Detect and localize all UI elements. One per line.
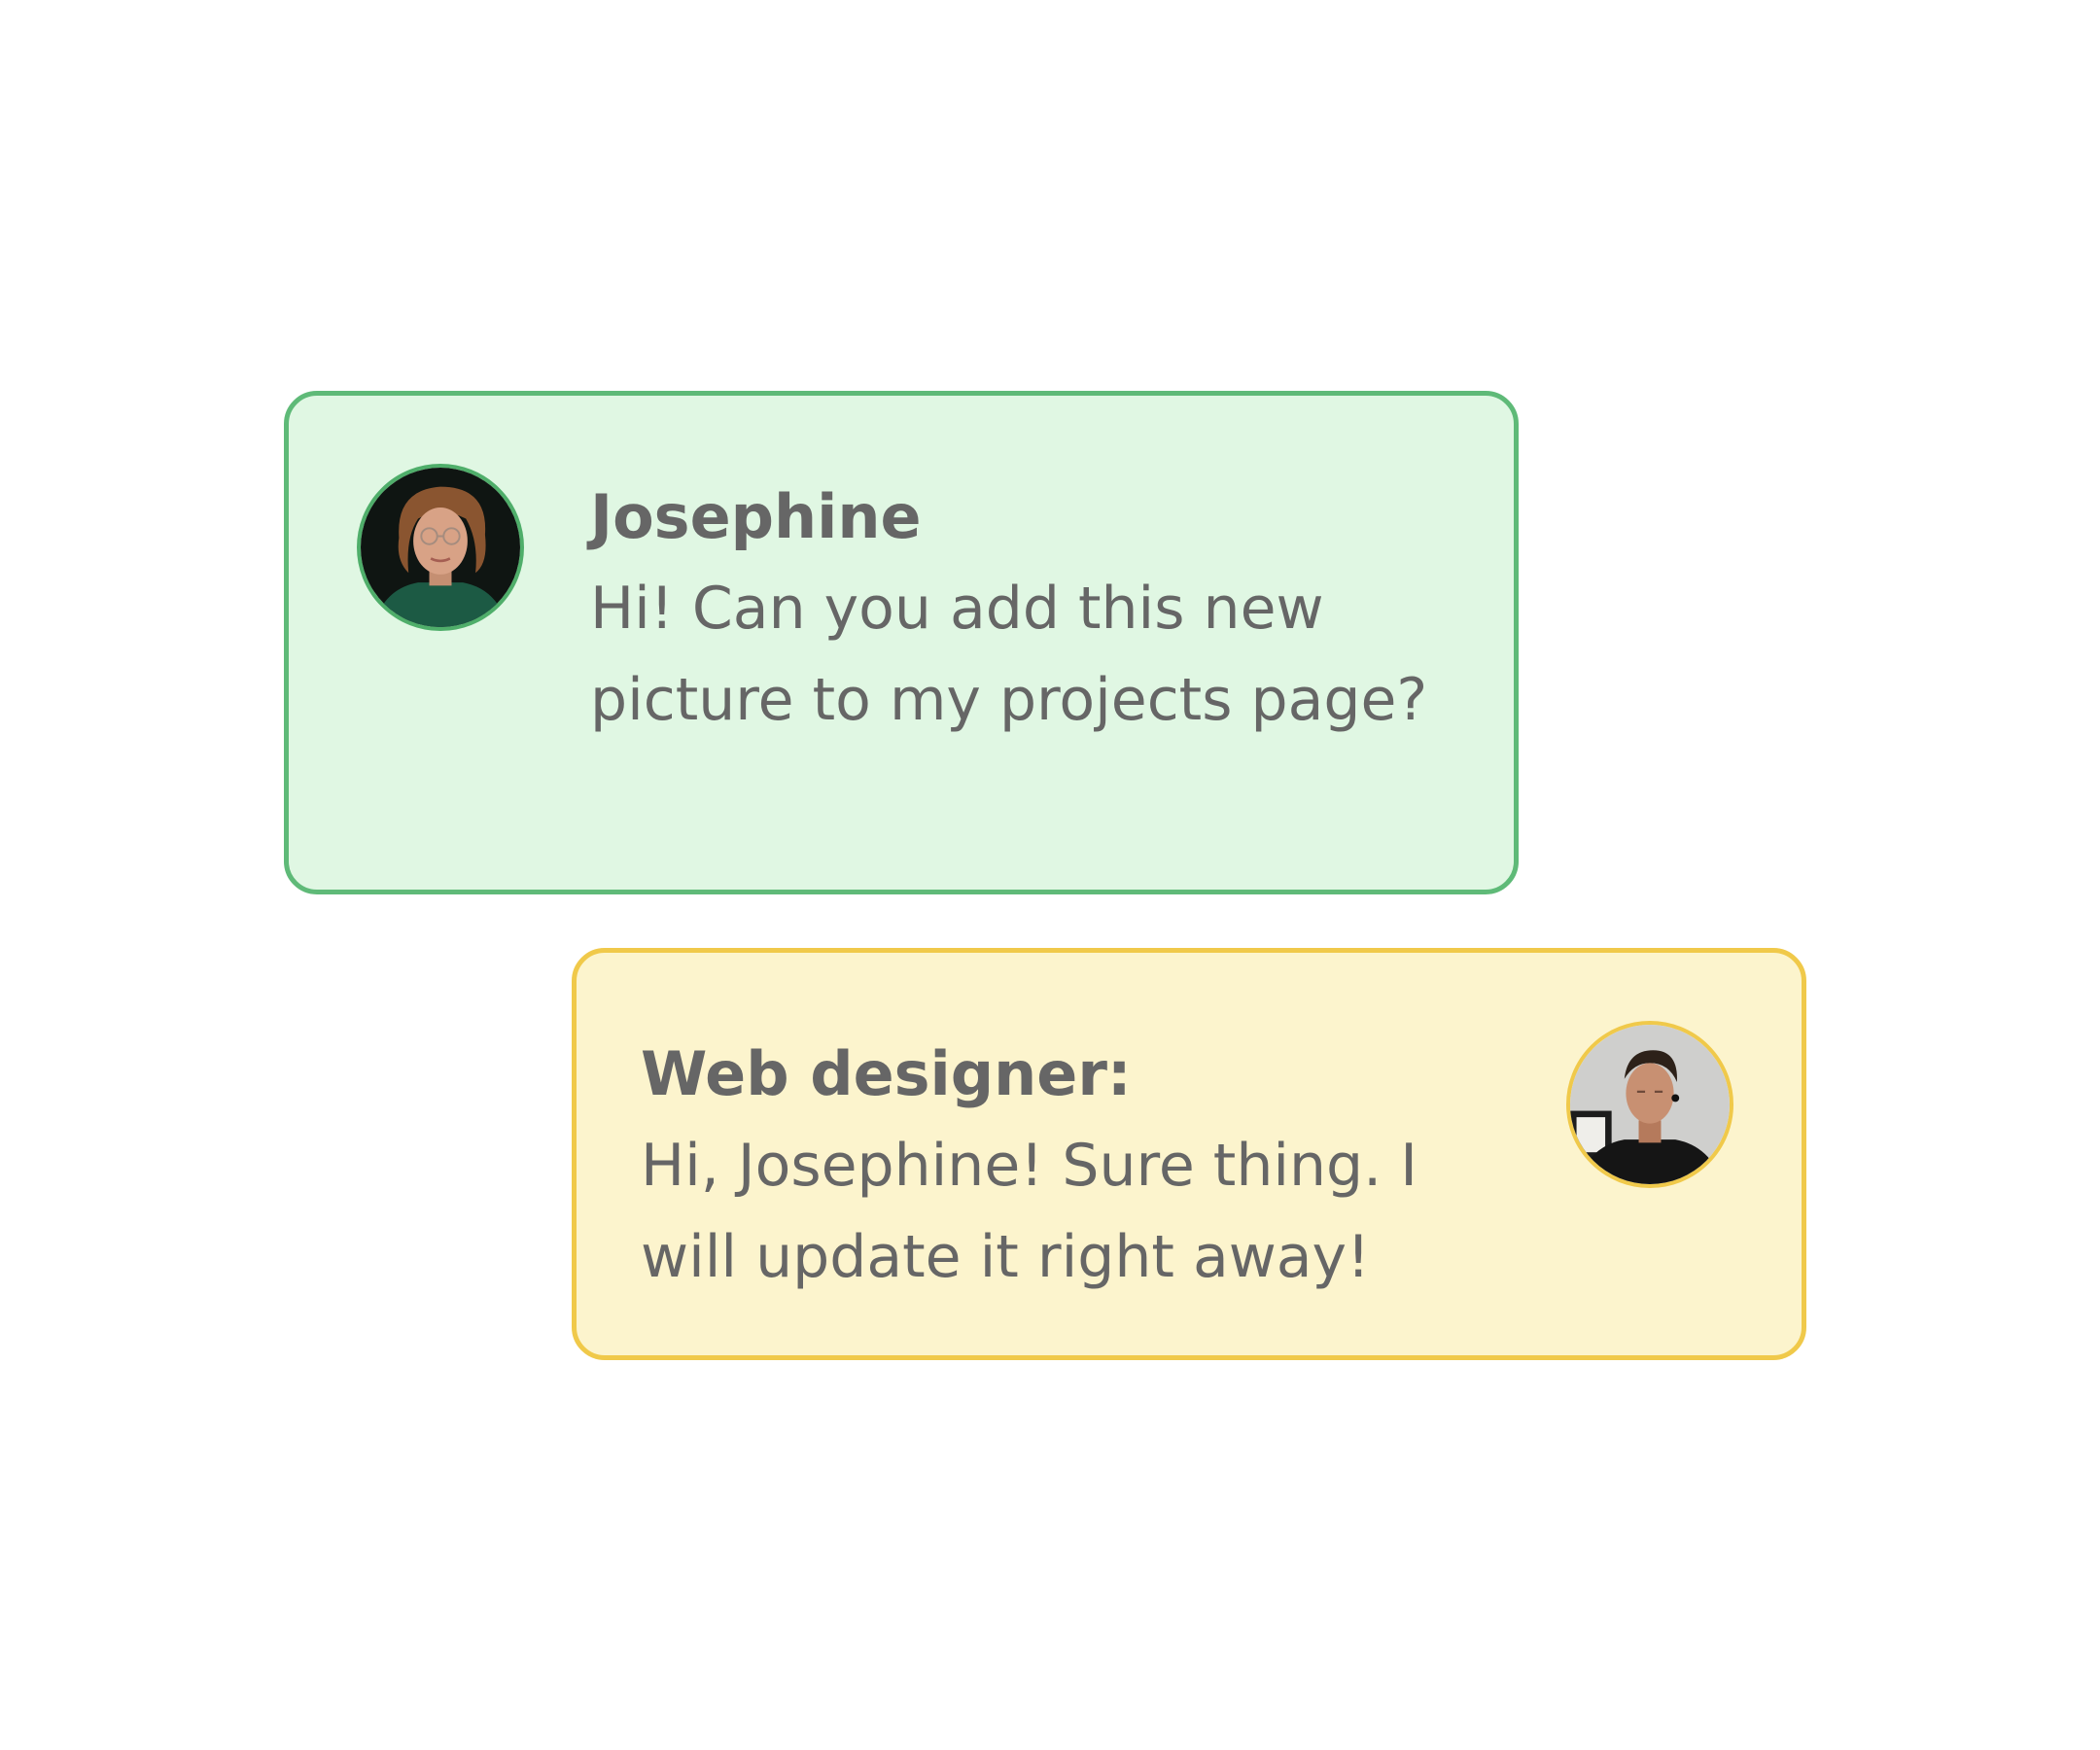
message-text: Hi! Can you add this new picture to my p… (590, 575, 1428, 734)
web-designer-message-content: Web designer: Hi, Josephine! Sure thing.… (641, 1029, 1487, 1303)
web-designer-message-card: Web designer: Hi, Josephine! Sure thing.… (572, 948, 1806, 1360)
sender-name: Web designer: (641, 1038, 1132, 1109)
sender-name: Josephine (590, 481, 922, 552)
message-text: Hi, Josephine! Sure thing. I will update… (641, 1132, 1418, 1291)
josephine-message-content: Josephine Hi! Can you add this new pictu… (590, 472, 1446, 746)
woman-avatar-photo-icon (357, 464, 524, 631)
josephine-message-card: Josephine Hi! Can you add this new pictu… (284, 391, 1519, 894)
man-avatar-photo-icon (1566, 1021, 1733, 1188)
